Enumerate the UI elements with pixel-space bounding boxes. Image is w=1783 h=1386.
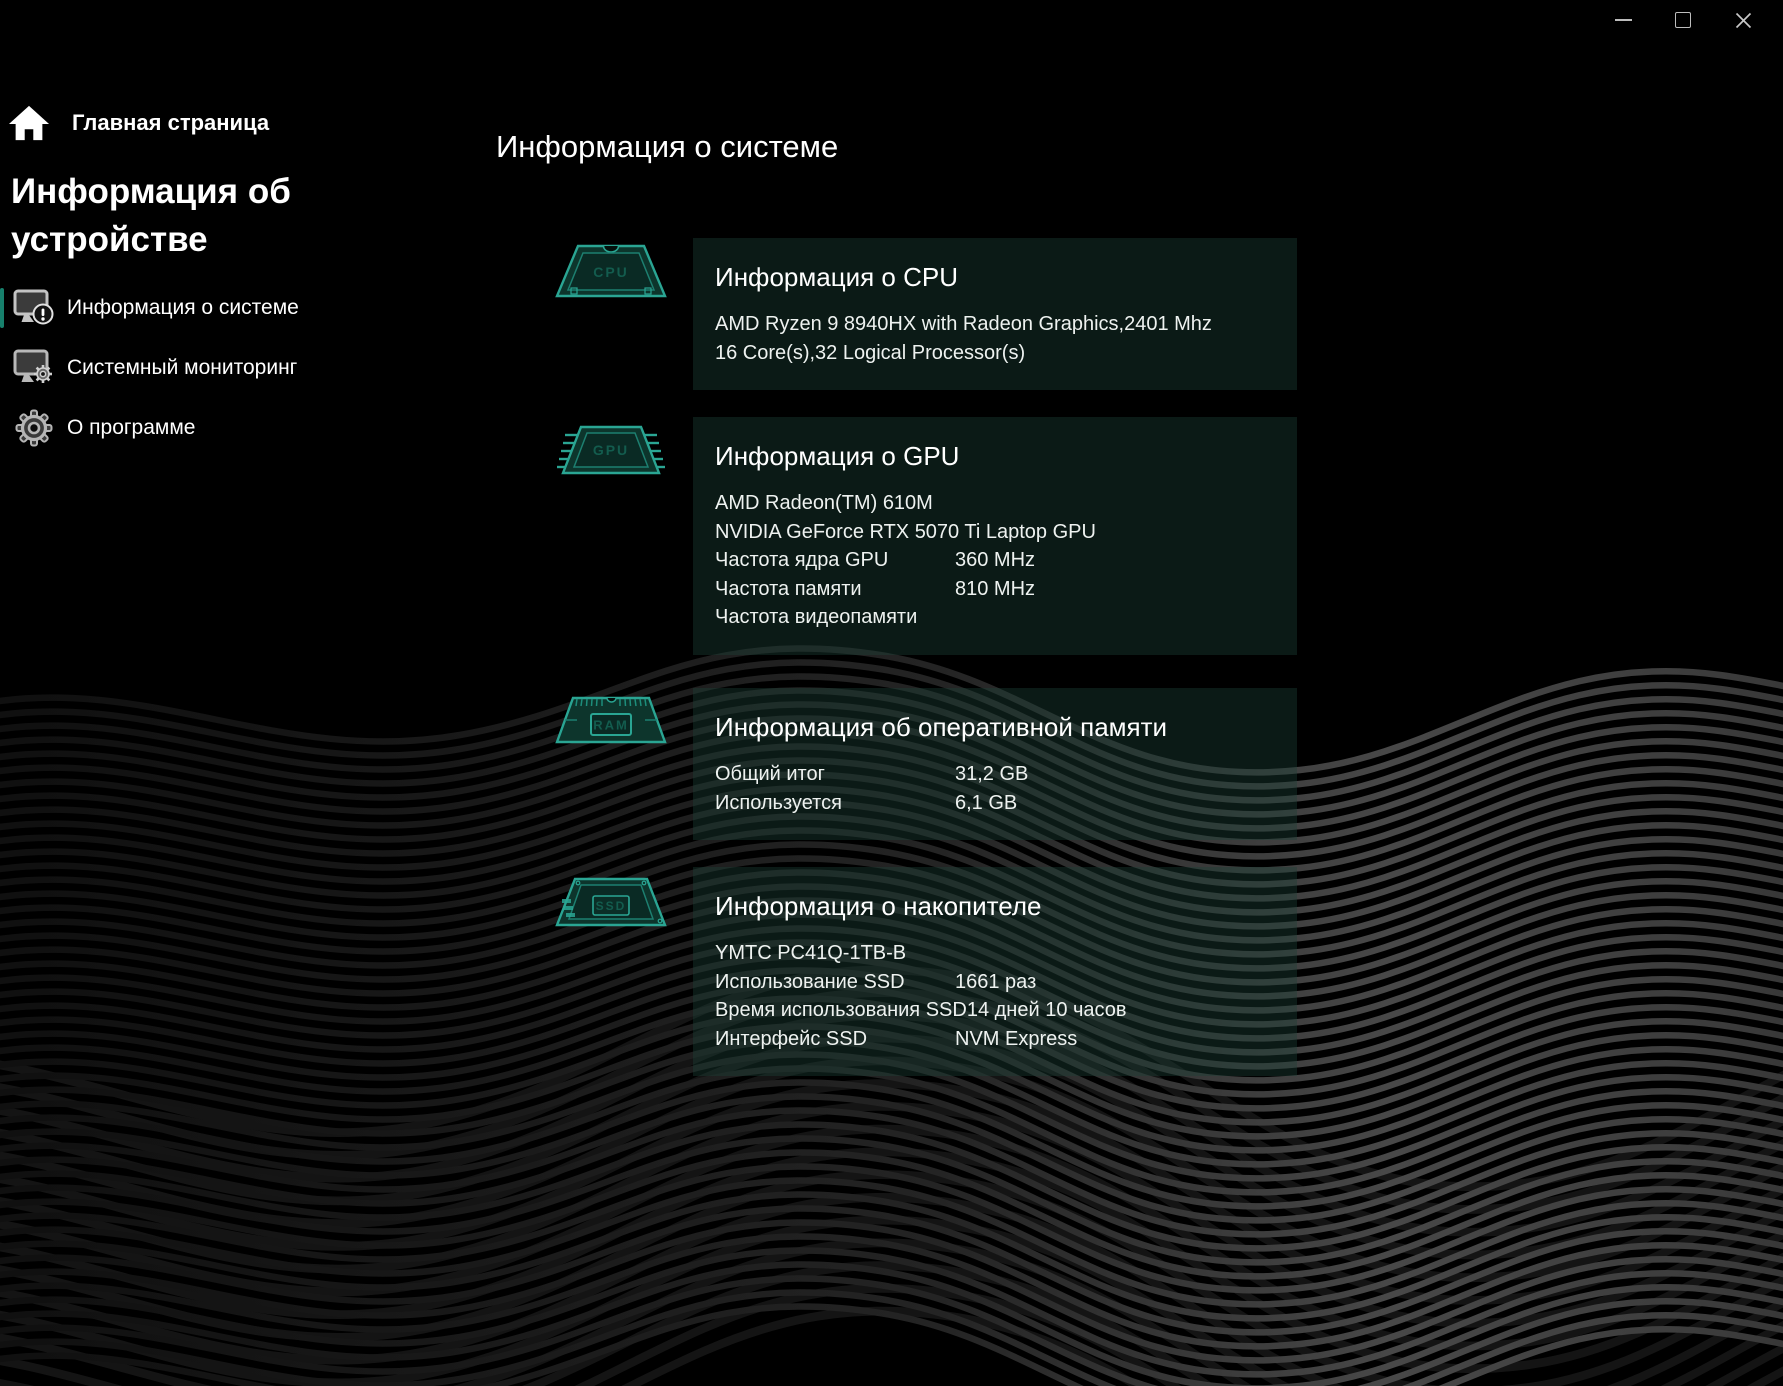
- value: 14 дней 10 часов: [967, 996, 1127, 1025]
- close-icon: [1735, 12, 1752, 29]
- cpu-chip-icon: CPU: [551, 242, 671, 300]
- active-indicator: [0, 288, 4, 328]
- card-title: Информация об оперативной памяти: [715, 709, 1275, 745]
- value: 6,1 GB: [955, 789, 1017, 818]
- ssd-interface-line: Интерфейс SSD NVM Express: [715, 1025, 1275, 1054]
- sidebar-item-system-info[interactable]: Информация о системе: [0, 284, 430, 332]
- monitor-alert-icon: [13, 289, 55, 327]
- sidebar-item-system-monitoring[interactable]: Системный мониторинг: [0, 344, 430, 392]
- gpu-model-line: NVIDIA GeForce RTX 5070 Ti Laptop GPU: [715, 518, 1275, 547]
- minimize-icon: [1615, 19, 1632, 21]
- gpu-memory-clock-line: Частота памяти 810 MHz: [715, 575, 1275, 604]
- cpu-cores-line: 16 Core(s),32 Logical Processor(s): [715, 339, 1275, 368]
- maximize-icon: [1675, 12, 1691, 28]
- sidebar-item-label: Системный мониторинг: [67, 356, 297, 380]
- section-title-line1: Информация об: [11, 168, 291, 216]
- maximize-button[interactable]: [1653, 3, 1713, 37]
- label: Время использования SSD: [715, 996, 967, 1025]
- label: Общий итог: [715, 760, 955, 789]
- card-title: Информация о накопителе: [715, 888, 1275, 924]
- cpu-info-card: Информация о CPU AMD Ryzen 9 8940HX with…: [693, 238, 1297, 390]
- ssd-usage-line: Использование SSD 1661 раз: [715, 968, 1275, 997]
- inactive-indicator: [0, 408, 4, 448]
- gpu-info-card: Информация о GPU AMD Radeon(TM) 610M NVI…: [693, 417, 1297, 655]
- sidebar-nav: Информация о системе Системный: [0, 284, 430, 464]
- gpu-model-2: NVIDIA GeForce RTX 5070 Ti Laptop GPU: [715, 518, 1096, 547]
- ssd-chip-label: SSD: [596, 899, 627, 913]
- cpu-cores: 16 Core(s),32 Logical Processor(s): [715, 339, 1025, 368]
- ram-used-line: Используется 6,1 GB: [715, 789, 1275, 818]
- label: Интерфейс SSD: [715, 1025, 955, 1054]
- home-label: Главная страница: [72, 110, 269, 136]
- ram-info-card: Информация об оперативной памяти Общий и…: [693, 688, 1297, 840]
- label: Используется: [715, 789, 955, 818]
- page-title: Информация о системе: [496, 129, 838, 165]
- sidebar-item-label: О программе: [67, 416, 195, 440]
- value: 360 MHz: [955, 546, 1035, 575]
- device-info-section-title: Информация об устройстве: [11, 168, 291, 264]
- ram-chip-label: RAM: [593, 718, 629, 733]
- cpu-chip-label: CPU: [593, 264, 629, 280]
- minimize-button[interactable]: [1593, 3, 1653, 37]
- gpu-model-1: AMD Radeon(TM) 610M: [715, 489, 955, 518]
- label: Частота видеопамяти: [715, 603, 955, 632]
- section-title-line2: устройстве: [11, 216, 291, 264]
- cpu-model-line: AMD Ryzen 9 8940HX with Radeon Graphics,…: [715, 310, 1275, 339]
- ssd-usage-time-line: Время использования SSD 14 дней 10 часов: [715, 996, 1275, 1025]
- value: NVM Express: [955, 1025, 1077, 1054]
- home-icon: [8, 104, 50, 142]
- ssd-chip-icon: SSD: [551, 873, 671, 931]
- ssd-model: YMTC PC41Q-1TB-B: [715, 939, 955, 968]
- label: Частота памяти: [715, 575, 955, 604]
- window-controls: [1593, 0, 1773, 40]
- inactive-indicator: [0, 348, 4, 388]
- gear-icon: [13, 409, 55, 447]
- gpu-model-line: AMD Radeon(TM) 610M: [715, 489, 1275, 518]
- gpu-chip-label: GPU: [593, 442, 629, 458]
- value: 810 MHz: [955, 575, 1035, 604]
- value: 1661 раз: [955, 968, 1036, 997]
- gpu-core-clock-line: Частота ядра GPU 360 MHz: [715, 546, 1275, 575]
- card-title: Информация о GPU: [715, 438, 1275, 474]
- ssd-info-card: Информация о накопителе YMTC PC41Q-1TB-B…: [693, 867, 1297, 1076]
- gpu-chip-icon: GPU: [551, 421, 671, 479]
- monitor-gear-icon: [13, 349, 55, 387]
- sidebar-item-label: Информация о системе: [67, 296, 299, 320]
- value: 31,2 GB: [955, 760, 1028, 789]
- ram-chip-icon: RAM: [551, 690, 671, 748]
- close-button[interactable]: [1713, 3, 1773, 37]
- cpu-model: AMD Ryzen 9 8940HX with Radeon Graphics,…: [715, 310, 1212, 339]
- system-info-window: { "window": { "controls": { "minimize": …: [0, 0, 1783, 1386]
- label: Использование SSD: [715, 968, 955, 997]
- ssd-model-line: YMTC PC41Q-1TB-B: [715, 939, 1275, 968]
- gpu-vram-clock-line: Частота видеопамяти: [715, 603, 1275, 632]
- ram-total-line: Общий итог 31,2 GB: [715, 760, 1275, 789]
- card-title: Информация о CPU: [715, 259, 1275, 295]
- titlebar: [0, 0, 1783, 40]
- label: Частота ядра GPU: [715, 546, 955, 575]
- sidebar-item-home[interactable]: Главная страница: [8, 104, 269, 142]
- sidebar-item-about[interactable]: О программе: [0, 404, 430, 452]
